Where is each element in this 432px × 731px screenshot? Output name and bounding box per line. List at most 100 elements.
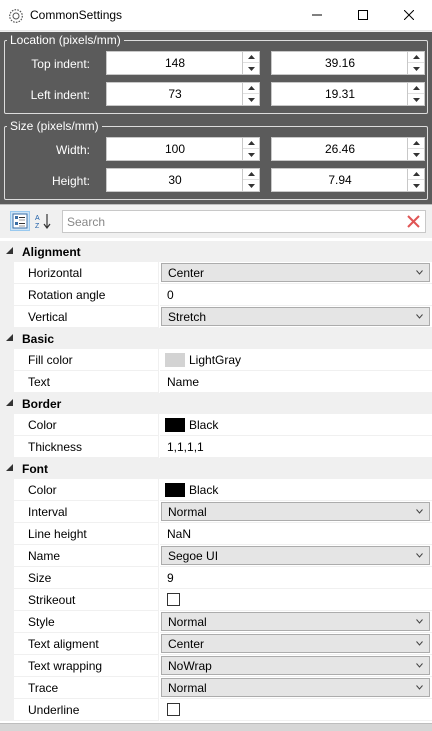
property-value[interactable]: Segoe UI xyxy=(160,545,432,567)
property-row[interactable]: Strikeout xyxy=(0,589,432,611)
collapse-triangle-icon[interactable] xyxy=(6,247,14,255)
close-button[interactable] xyxy=(386,0,432,30)
property-row[interactable]: Size 9 xyxy=(0,567,432,589)
width-mm-value[interactable]: 26.46 xyxy=(272,138,408,160)
property-value[interactable]: Normal xyxy=(160,611,432,633)
spin-down-button[interactable] xyxy=(243,180,259,191)
value-dropdown[interactable]: Normal xyxy=(161,612,430,631)
property-row[interactable]: Vertical Stretch xyxy=(0,306,432,328)
spin-up-button[interactable] xyxy=(408,52,424,63)
value-dropdown[interactable]: Center xyxy=(161,634,430,653)
spin-down-button[interactable] xyxy=(408,180,424,191)
property-row[interactable]: Name Segoe UI xyxy=(0,545,432,567)
value-dropdown[interactable]: Stretch xyxy=(161,307,430,326)
spin-up-button[interactable] xyxy=(243,169,259,180)
property-row[interactable]: Style Normal xyxy=(0,611,432,633)
text-value[interactable]: 0 xyxy=(167,284,174,306)
height-pixels-value[interactable]: 30 xyxy=(107,169,243,191)
text-value[interactable]: Name xyxy=(167,371,199,393)
top-indent-mm-value[interactable]: 39.16 xyxy=(272,52,408,74)
property-value[interactable]: Center xyxy=(160,262,432,284)
spin-up-button[interactable] xyxy=(243,52,259,63)
spin-down-button[interactable] xyxy=(408,94,424,105)
value-dropdown[interactable]: Center xyxy=(161,263,430,282)
left-indent-mm-spinner[interactable]: 19.31 xyxy=(271,82,425,106)
property-value[interactable]: Center xyxy=(160,633,432,655)
spin-up-button[interactable] xyxy=(243,138,259,149)
property-row[interactable]: Text wrapping NoWrap xyxy=(0,655,432,677)
categorized-view-button[interactable] xyxy=(10,211,30,231)
property-value[interactable]: Stretch xyxy=(160,306,432,328)
text-value[interactable]: NaN xyxy=(167,523,191,545)
property-value[interactable]: 0 xyxy=(160,284,432,306)
height-mm-value[interactable]: 7.94 xyxy=(272,169,408,191)
spin-down-button[interactable] xyxy=(408,63,424,74)
checkbox[interactable] xyxy=(167,703,180,716)
property-row[interactable]: Underline xyxy=(0,699,432,721)
color-swatch[interactable] xyxy=(165,418,185,432)
top-indent-mm-spinner[interactable]: 39.16 xyxy=(271,51,425,75)
spin-down-button[interactable] xyxy=(243,149,259,160)
spin-up-button[interactable] xyxy=(243,83,259,94)
spin-down-button[interactable] xyxy=(408,149,424,160)
property-value[interactable]: Normal xyxy=(160,677,432,699)
text-value[interactable]: 9 xyxy=(167,567,174,589)
property-row[interactable]: Trace Normal xyxy=(0,677,432,699)
property-value[interactable]: Black xyxy=(160,414,432,436)
collapse-triangle-icon[interactable] xyxy=(6,334,14,342)
property-value[interactable]: Normal xyxy=(160,501,432,523)
property-row[interactable]: Text Name xyxy=(0,371,432,393)
clear-search-icon[interactable] xyxy=(406,214,421,229)
property-row[interactable]: Color Black xyxy=(0,414,432,436)
property-value[interactable]: Black xyxy=(160,479,432,501)
top-indent-pixels-value[interactable]: 148 xyxy=(107,52,243,74)
category-basic[interactable]: Basic xyxy=(0,328,432,349)
maximize-button[interactable] xyxy=(340,0,386,30)
property-row[interactable]: Horizontal Center xyxy=(0,262,432,284)
left-indent-pixels-spinner[interactable]: 73 xyxy=(106,82,260,106)
property-value[interactable]: 1,1,1,1 xyxy=(160,436,432,458)
property-value[interactable]: NaN xyxy=(160,523,432,545)
width-pixels-spinner[interactable]: 100 xyxy=(106,137,260,161)
left-indent-pixels-value[interactable]: 73 xyxy=(107,83,243,105)
property-value[interactable]: 9 xyxy=(160,567,432,589)
property-value[interactable] xyxy=(160,589,432,611)
property-value[interactable] xyxy=(160,699,432,721)
property-row[interactable]: Fill color LightGray xyxy=(0,349,432,371)
minimize-button[interactable] xyxy=(294,0,340,30)
height-mm-spinner[interactable]: 7.94 xyxy=(271,168,425,192)
spin-down-button[interactable] xyxy=(243,94,259,105)
text-value[interactable]: 1,1,1,1 xyxy=(167,436,204,458)
property-row[interactable]: Line height NaN xyxy=(0,523,432,545)
property-value[interactable]: Name xyxy=(160,371,432,393)
property-row[interactable]: Color Black xyxy=(0,479,432,501)
value-dropdown[interactable]: Segoe UI xyxy=(161,546,430,565)
property-row[interactable]: Thickness 1,1,1,1 xyxy=(0,436,432,458)
left-indent-mm-value[interactable]: 19.31 xyxy=(272,83,408,105)
category-border[interactable]: Border xyxy=(0,393,432,414)
spin-up-button[interactable] xyxy=(408,83,424,94)
height-pixels-spinner[interactable]: 30 xyxy=(106,168,260,192)
spin-up-button[interactable] xyxy=(408,138,424,149)
category-font[interactable]: Font xyxy=(0,458,432,479)
value-dropdown[interactable]: NoWrap xyxy=(161,656,430,675)
width-mm-spinner[interactable]: 26.46 xyxy=(271,137,425,161)
search-box[interactable]: Search xyxy=(62,210,426,233)
spin-down-button[interactable] xyxy=(243,63,259,74)
property-row[interactable]: Rotation angle 0 xyxy=(0,284,432,306)
width-pixels-value[interactable]: 100 xyxy=(107,138,243,160)
color-swatch[interactable] xyxy=(165,483,185,497)
property-value[interactable]: NoWrap xyxy=(160,655,432,677)
value-dropdown[interactable]: Normal xyxy=(161,678,430,697)
property-row[interactable]: Text aligment Center xyxy=(0,633,432,655)
value-dropdown[interactable]: Normal xyxy=(161,502,430,521)
property-row[interactable]: Interval Normal xyxy=(0,501,432,523)
collapse-triangle-icon[interactable] xyxy=(6,464,14,472)
collapse-triangle-icon[interactable] xyxy=(6,399,14,407)
spin-up-button[interactable] xyxy=(408,169,424,180)
checkbox[interactable] xyxy=(167,593,180,606)
top-indent-pixels-spinner[interactable]: 148 xyxy=(106,51,260,75)
category-alignment[interactable]: Alignment xyxy=(0,241,432,262)
property-value[interactable]: LightGray xyxy=(160,349,432,371)
color-swatch[interactable] xyxy=(165,353,185,367)
